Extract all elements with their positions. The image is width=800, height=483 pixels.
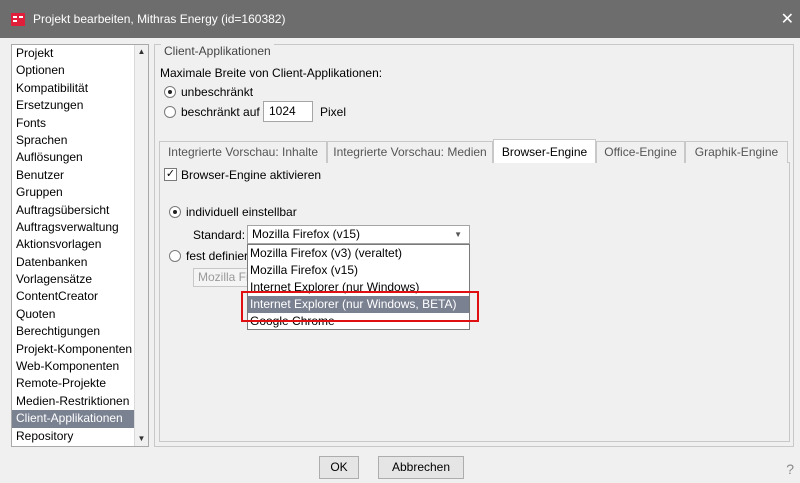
window-title: Projekt bearbeiten, Mithras Energy (id=1… xyxy=(33,12,286,26)
max-width-input[interactable]: 1024 xyxy=(263,101,313,122)
sidebar-item[interactable]: Optionen xyxy=(12,62,135,79)
fixed-label: fest definier xyxy=(186,249,249,263)
sidebar-item[interactable]: Ersetzungen xyxy=(12,97,135,114)
cancel-button[interactable]: Abbrechen xyxy=(378,456,464,479)
dropdown-option[interactable]: Mozilla Firefox (v3) (veraltet) xyxy=(248,245,469,262)
sidebar-item[interactable]: Repository xyxy=(12,428,135,445)
standard-label: Standard: xyxy=(193,228,246,242)
sidebar-item[interactable]: Client-Applikationen xyxy=(12,410,135,428)
sidebar-item[interactable]: Auflösungen xyxy=(12,149,135,166)
list-scrollbar[interactable]: ▲ ▼ xyxy=(134,45,148,446)
sidebar-item[interactable]: Auftragsübersicht xyxy=(12,202,135,219)
tab-office-engine[interactable]: Office-Engine xyxy=(596,141,685,163)
sidebar-item[interactable]: Projekt xyxy=(12,45,135,62)
sidebar-item[interactable]: ContentCreator xyxy=(12,288,135,305)
chevron-down-icon[interactable]: ▼ xyxy=(454,226,462,243)
sidebar-item[interactable]: Quoten xyxy=(12,306,135,323)
scroll-up-icon[interactable]: ▲ xyxy=(135,45,148,59)
fixed-radio[interactable] xyxy=(169,250,181,262)
title-bar: Projekt bearbeiten, Mithras Energy (id=1… xyxy=(0,0,800,38)
engine-tabs: Integrierte Vorschau: Inhalte Integriert… xyxy=(159,139,790,163)
max-width-label: Maximale Breite von Client-Applikationen… xyxy=(160,66,383,80)
standard-engine-value: Mozilla Firefox (v15) xyxy=(252,227,361,241)
pixel-unit-label: Pixel xyxy=(320,105,347,119)
sidebar-item[interactable]: Aktionsvorlagen xyxy=(12,236,135,253)
sidebar-item[interactable]: Fonts xyxy=(12,115,135,132)
help-icon[interactable]: ? xyxy=(786,461,794,477)
fixed-engine-select: Mozilla Fir xyxy=(193,268,248,287)
group-legend: Client-Applikationen xyxy=(161,44,274,58)
sidebar-item[interactable]: Projekt-Komponenten xyxy=(12,341,135,358)
individual-radio[interactable] xyxy=(169,206,181,218)
close-icon[interactable]: ✕ xyxy=(781,9,794,29)
tab-graphics-engine[interactable]: Graphik-Engine xyxy=(685,141,788,163)
sidebar-item[interactable]: Berechtigungen xyxy=(12,323,135,340)
sidebar-item[interactable]: Gruppen xyxy=(12,184,135,201)
sidebar-item[interactable]: Kompatibilität xyxy=(12,80,135,97)
limited-label: beschränkt auf xyxy=(181,105,260,119)
sidebar-item[interactable]: Datenbanken xyxy=(12,254,135,271)
scroll-down-icon[interactable]: ▼ xyxy=(135,432,148,446)
sidebar-item[interactable]: Benutzer xyxy=(12,167,135,184)
ok-button[interactable]: OK xyxy=(319,456,359,479)
tab-preview-content[interactable]: Integrierte Vorschau: Inhalte xyxy=(159,141,327,163)
limited-radio[interactable] xyxy=(164,106,176,118)
individual-label: individuell einstellbar xyxy=(186,205,297,219)
unlimited-radio[interactable] xyxy=(164,86,176,98)
activate-engine-checkbox[interactable]: ✓ xyxy=(164,168,177,181)
annotation-highlight xyxy=(241,291,479,322)
sidebar-item[interactable]: Auftragsverwaltung xyxy=(12,219,135,236)
sidebar-item[interactable]: Remote-Projekte xyxy=(12,375,135,392)
tab-browser-engine[interactable]: Browser-Engine xyxy=(493,139,596,163)
dropdown-option[interactable]: Mozilla Firefox (v15) xyxy=(248,262,469,279)
app-logo-icon xyxy=(11,13,25,26)
settings-category-list: Projekt Optionen Kompatibilität Ersetzungen… xyxy=(11,44,149,447)
sidebar-item[interactable]: Sprachen xyxy=(12,132,135,149)
tab-preview-media[interactable]: Integrierte Vorschau: Medien xyxy=(327,141,493,163)
unlimited-label: unbeschränkt xyxy=(181,85,254,99)
activate-engine-label: Browser-Engine aktivieren xyxy=(181,168,322,182)
sidebar-item[interactable]: Vorlagensätze xyxy=(12,271,135,288)
standard-engine-select[interactable]: Mozilla Firefox (v15) ▼ xyxy=(247,225,470,244)
sidebar-item[interactable]: Medien-Restriktionen xyxy=(12,393,135,410)
category-items: Projekt Optionen Kompatibilität Ersetzungen… xyxy=(12,45,135,445)
sidebar-item[interactable]: Web-Komponenten xyxy=(12,358,135,375)
